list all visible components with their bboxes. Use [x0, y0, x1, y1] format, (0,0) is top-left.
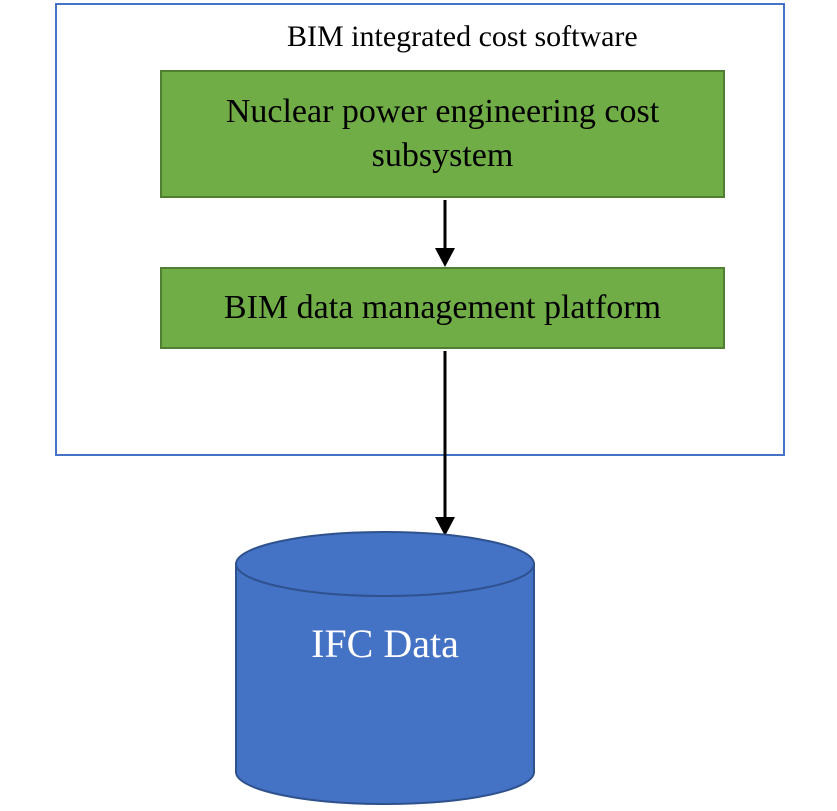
box-nuclear-cost-subsystem: Nuclear power engineering cost subsystem: [160, 70, 725, 198]
arrow-1-icon: [435, 200, 455, 267]
diagram-frame: BIM integrated cost software Nuclear pow…: [55, 3, 785, 456]
box-1-label: Nuclear power engineering cost subsystem: [172, 90, 713, 178]
cylinder-ifc-data: [234, 530, 536, 806]
box-2-label: BIM data management platform: [224, 286, 661, 330]
box-bim-data-management: BIM data management platform: [160, 267, 725, 349]
cylinder-label: IFC Data: [234, 620, 536, 667]
container-title: BIM integrated cost software: [287, 20, 638, 54]
arrow-2-icon: [435, 351, 455, 536]
